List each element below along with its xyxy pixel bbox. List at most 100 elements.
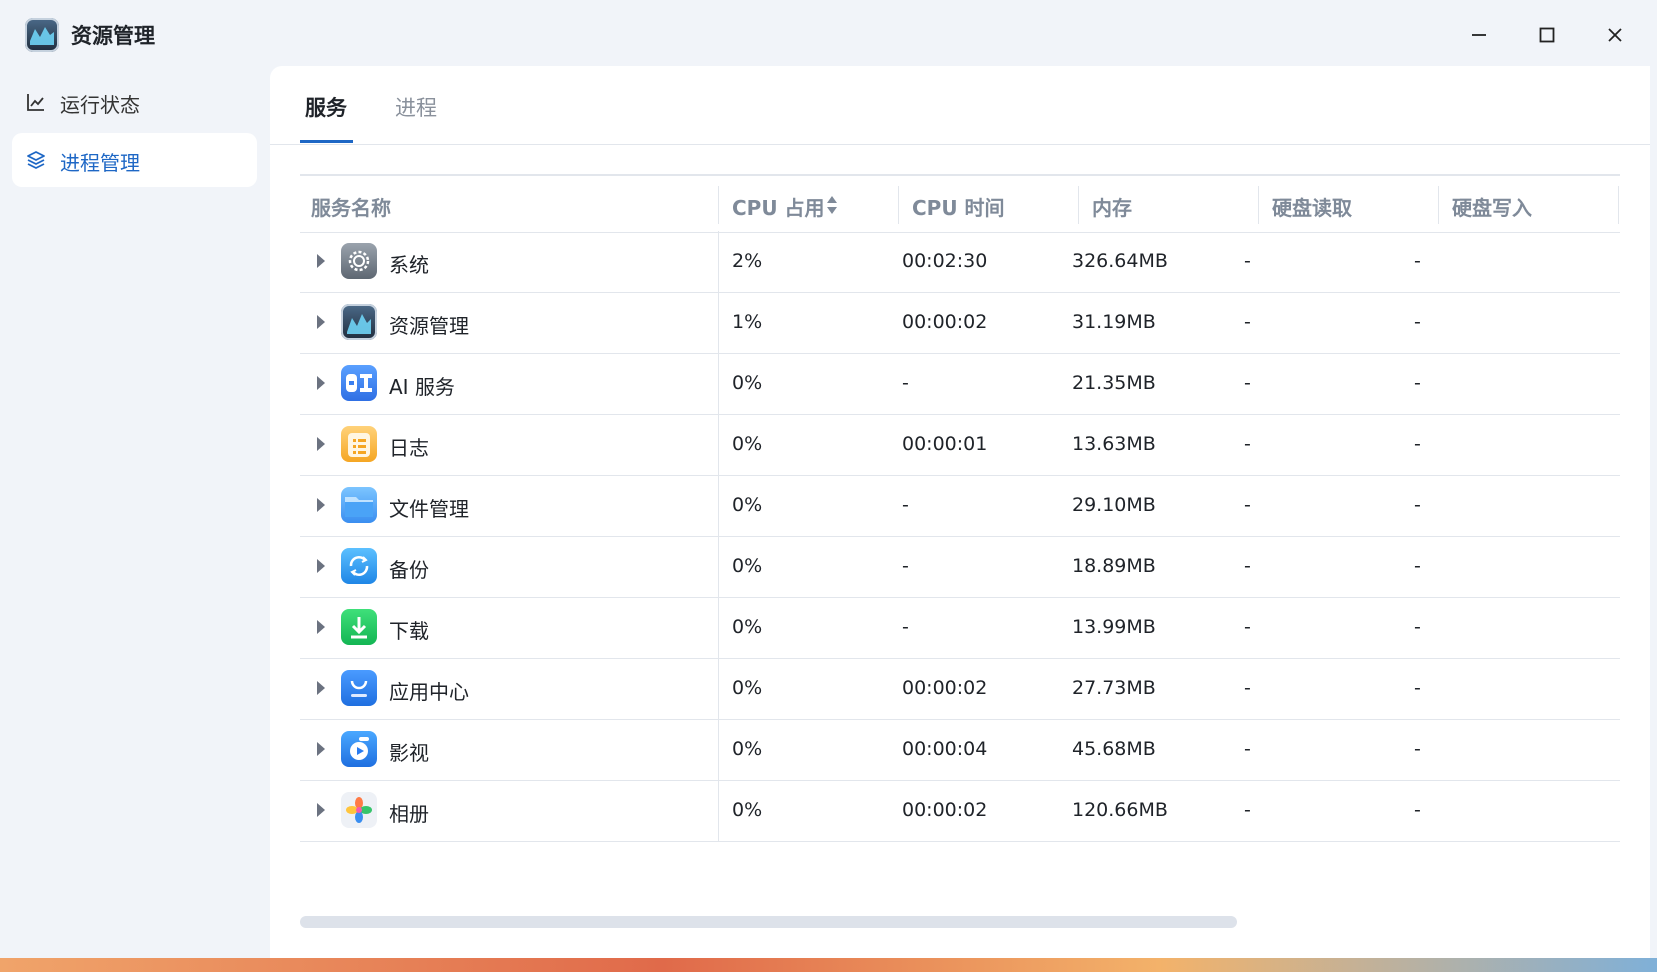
table-row[interactable]: 下载 0% - 13.99MB - -: [300, 597, 1620, 659]
sort-icon[interactable]: [826, 194, 838, 216]
service-name: 相册: [389, 802, 429, 826]
disk-write-cell: -: [1414, 555, 1421, 577]
log-icon: [341, 426, 377, 462]
disk-write-cell: -: [1414, 738, 1421, 760]
service-name: AI 服务: [389, 375, 455, 399]
expand-caret-icon[interactable]: [317, 620, 325, 634]
column-divider: [718, 719, 719, 780]
column-header-cpu-time[interactable]: CPU 时间: [912, 192, 1005, 221]
column-divider: [718, 597, 719, 658]
minimize-icon: [1472, 34, 1486, 36]
maximize-button[interactable]: [1532, 20, 1562, 50]
column-header-cpu-usage[interactable]: CPU 占用: [732, 192, 825, 221]
table-row[interactable]: 日志 0% 00:00:01 13.63MB - -: [300, 414, 1620, 476]
column-divider: [1618, 186, 1619, 224]
expand-caret-icon[interactable]: [317, 559, 325, 573]
memory-cell: 18.89MB: [1072, 555, 1156, 577]
layers-icon: [27, 151, 45, 169]
cpu-time-cell: 00:02:30: [902, 250, 988, 272]
cpu-time-cell: -: [902, 494, 909, 516]
cpu-usage-cell: 0%: [732, 494, 763, 516]
column-header-disk-read[interactable]: 硬盘读取: [1272, 192, 1352, 221]
folder-icon: [341, 487, 377, 523]
cpu-time-cell: 00:00:04: [902, 738, 988, 760]
service-name: 备份: [389, 558, 429, 582]
column-divider: [718, 780, 719, 841]
table-row[interactable]: AI 服务 0% - 21.35MB - -: [300, 353, 1620, 415]
service-name: 系统: [389, 253, 429, 277]
cpu-time-cell: 00:00:02: [902, 799, 988, 821]
app-window: 资源管理 运行状态 进程管理 服务 进程 服务名称 CPU 占用 CPU 时间 …: [0, 0, 1657, 958]
horizontal-scrollbar[interactable]: [300, 916, 1237, 928]
sidebar-item-status[interactable]: 运行状态: [12, 75, 257, 129]
column-divider: [718, 186, 719, 224]
expand-caret-icon[interactable]: [317, 437, 325, 451]
main-content: 服务 进程 服务名称 CPU 占用 CPU 时间 内存 硬盘读取 硬盘写入 系统…: [270, 66, 1650, 958]
ai-service-icon: [341, 365, 377, 401]
disk-write-cell: -: [1414, 494, 1421, 516]
cpu-usage-cell: 0%: [732, 677, 763, 699]
sidebar-item-process-management[interactable]: 进程管理: [12, 133, 257, 187]
column-divider: [1258, 186, 1259, 224]
active-tab-indicator: [300, 140, 353, 143]
table-row[interactable]: 资源管理 1% 00:00:02 31.19MB - -: [300, 292, 1620, 354]
disk-read-cell: -: [1244, 677, 1251, 699]
memory-cell: 29.10MB: [1072, 494, 1156, 516]
service-name: 文件管理: [389, 497, 469, 521]
expand-caret-icon[interactable]: [317, 376, 325, 390]
cpu-usage-cell: 0%: [732, 799, 763, 821]
service-name: 应用中心: [389, 680, 469, 704]
app-store-icon: [341, 670, 377, 706]
close-button[interactable]: [1600, 20, 1630, 50]
column-divider: [718, 353, 719, 414]
table-row[interactable]: 系统 2% 00:02:30 326.64MB - -: [300, 231, 1620, 293]
disk-write-cell: -: [1414, 250, 1421, 272]
disk-read-cell: -: [1244, 494, 1251, 516]
service-name: 下载: [389, 619, 429, 643]
column-header-disk-write[interactable]: 硬盘写入: [1452, 192, 1532, 221]
column-divider: [718, 536, 719, 597]
memory-cell: 45.68MB: [1072, 738, 1156, 760]
line-chart-icon: [27, 94, 44, 111]
disk-read-cell: -: [1244, 738, 1251, 760]
expand-caret-icon[interactable]: [317, 803, 325, 817]
column-header-memory[interactable]: 内存: [1092, 192, 1132, 221]
expand-caret-icon[interactable]: [317, 681, 325, 695]
tab-processes[interactable]: 进程: [395, 92, 437, 122]
column-header-service-name[interactable]: 服务名称: [311, 192, 391, 221]
table-row[interactable]: 相册 0% 00:00:02 120.66MB - -: [300, 780, 1620, 842]
minimize-button[interactable]: [1464, 20, 1494, 50]
disk-write-cell: -: [1414, 372, 1421, 394]
close-icon: [1608, 28, 1622, 42]
table-row[interactable]: 影视 0% 00:00:04 45.68MB - -: [300, 719, 1620, 781]
cpu-usage-cell: 0%: [732, 433, 763, 455]
maximize-icon: [1539, 27, 1555, 43]
cpu-time-cell: -: [902, 555, 909, 577]
resource-monitor-icon: [341, 304, 377, 340]
memory-cell: 326.64MB: [1072, 250, 1168, 272]
cpu-time-cell: 00:00:01: [902, 433, 988, 455]
table-row[interactable]: 文件管理 0% - 29.10MB - -: [300, 475, 1620, 537]
cpu-time-cell: 00:00:02: [902, 677, 988, 699]
memory-cell: 13.99MB: [1072, 616, 1156, 638]
expand-caret-icon[interactable]: [317, 742, 325, 756]
tab-bar: 服务 进程: [270, 66, 1650, 145]
disk-read-cell: -: [1244, 433, 1251, 455]
column-divider: [1078, 186, 1079, 224]
memory-cell: 13.63MB: [1072, 433, 1156, 455]
backup-icon: [341, 548, 377, 584]
expand-caret-icon[interactable]: [317, 498, 325, 512]
disk-write-cell: -: [1414, 433, 1421, 455]
table-header: 服务名称 CPU 占用 CPU 时间 内存 硬盘读取 硬盘写入: [300, 174, 1620, 233]
column-divider: [718, 231, 719, 292]
cpu-time-cell: 00:00:02: [902, 311, 988, 333]
table-row[interactable]: 应用中心 0% 00:00:02 27.73MB - -: [300, 658, 1620, 720]
disk-read-cell: -: [1244, 250, 1251, 272]
service-name: 影视: [389, 741, 429, 765]
expand-caret-icon[interactable]: [317, 315, 325, 329]
expand-caret-icon[interactable]: [317, 254, 325, 268]
disk-read-cell: -: [1244, 799, 1251, 821]
tab-services[interactable]: 服务: [305, 92, 347, 122]
disk-write-cell: -: [1414, 616, 1421, 638]
table-row[interactable]: 备份 0% - 18.89MB - -: [300, 536, 1620, 598]
